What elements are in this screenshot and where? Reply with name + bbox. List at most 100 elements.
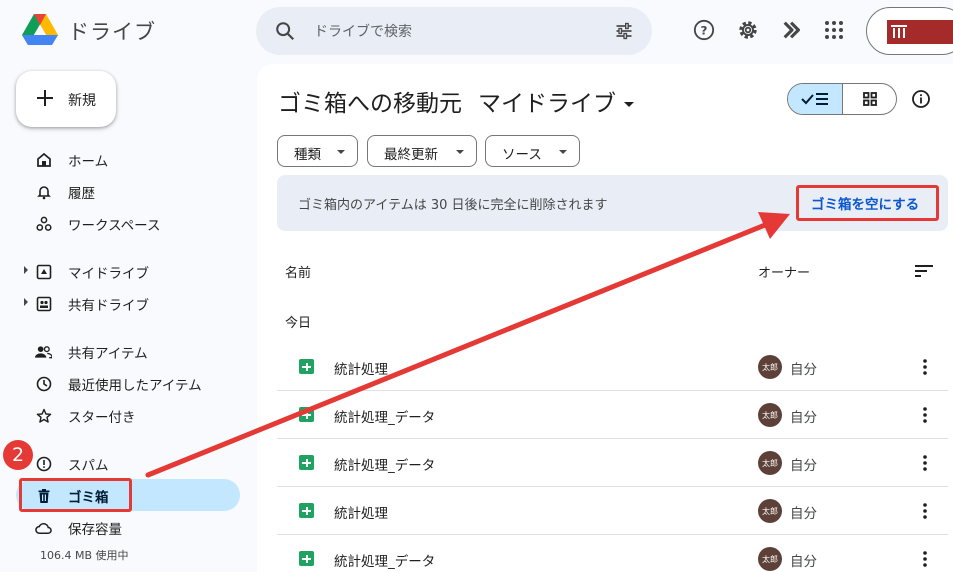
column-header-name[interactable]: 名前 bbox=[285, 262, 311, 281]
more-options-icon[interactable] bbox=[915, 453, 935, 473]
search-bar[interactable]: ドライブで検索 bbox=[256, 7, 652, 55]
search-input[interactable]: ドライブで検索 bbox=[314, 21, 412, 41]
expand-caret-icon[interactable] bbox=[24, 266, 28, 274]
filter-label: ソース bbox=[502, 147, 542, 163]
chevron-down-icon bbox=[337, 150, 345, 154]
search-options-icon[interactable] bbox=[614, 21, 634, 41]
new-button-label: 新規 bbox=[68, 93, 96, 109]
owner-name: 自分 bbox=[790, 458, 817, 474]
google-sheets-icon bbox=[299, 503, 314, 518]
view-toggle bbox=[787, 83, 897, 115]
plus-icon bbox=[37, 90, 53, 106]
location-dropdown[interactable]: マイドライブ bbox=[478, 91, 616, 117]
sidebar-item-label: 履歴 bbox=[68, 186, 95, 202]
app-title[interactable]: ドライブ bbox=[68, 16, 156, 46]
owner-name: 自分 bbox=[790, 410, 817, 426]
clock-icon bbox=[35, 375, 52, 392]
file-row[interactable]: 統計処理_データ 太郎 自分 bbox=[277, 535, 948, 572]
cloud-icon bbox=[35, 519, 52, 536]
sidebar-item-starred[interactable]: スター付き bbox=[16, 399, 240, 431]
google-sheets-icon bbox=[299, 551, 314, 566]
spam-icon bbox=[35, 455, 52, 472]
sidebar-item-label: スパム bbox=[68, 458, 109, 474]
sidebar-item-label: マイドライブ bbox=[68, 266, 149, 282]
list-view-button[interactable] bbox=[788, 84, 843, 114]
top-bar: ドライブ ドライブで検索 ? bbox=[0, 0, 953, 64]
filter-modified[interactable]: 最終更新 bbox=[367, 135, 477, 167]
sidebar-item-spam[interactable]: スパム bbox=[16, 447, 240, 479]
storage-usage-text: 106.4 MB 使用中 bbox=[40, 549, 129, 562]
google-sheets-icon bbox=[299, 359, 314, 374]
file-name: 統計処理_データ bbox=[334, 410, 436, 426]
owner-avatar: 太郎 bbox=[758, 547, 782, 571]
file-row[interactable]: 統計処理_データ 太郎 自分 bbox=[277, 439, 948, 487]
help-icon[interactable]: ? bbox=[691, 17, 717, 43]
new-button[interactable]: 新規 bbox=[16, 71, 116, 127]
file-row[interactable]: 統計処理 太郎 自分 bbox=[277, 487, 948, 535]
filter-label: 最終更新 bbox=[384, 147, 438, 163]
sort-options-icon[interactable] bbox=[914, 263, 934, 279]
sidebar-item-label: 最近使用したアイテム bbox=[68, 378, 202, 394]
owner-avatar: 太郎 bbox=[758, 451, 782, 475]
home-icon bbox=[35, 151, 52, 168]
file-name: 統計処理_データ bbox=[334, 458, 436, 474]
expand-caret-icon[interactable] bbox=[24, 298, 28, 306]
filter-type[interactable]: 種類 bbox=[277, 135, 358, 167]
drive-logo-icon[interactable] bbox=[22, 14, 58, 48]
file-name: 統計処理 bbox=[334, 362, 388, 378]
file-name: 統計処理 bbox=[334, 506, 388, 522]
workspaces-icon bbox=[35, 215, 52, 232]
sidebar-item-label: 保存容量 bbox=[68, 522, 122, 538]
chevron-down-icon bbox=[559, 150, 567, 154]
highlight-box-trash bbox=[19, 478, 132, 512]
filter-source[interactable]: ソース bbox=[485, 135, 580, 167]
sidebar-item-label: 共有ドライブ bbox=[68, 298, 149, 314]
sidebar-item-label: 共有アイテム bbox=[68, 346, 148, 362]
owner-name: 自分 bbox=[790, 506, 817, 522]
check-list-icon bbox=[801, 93, 828, 105]
owner-avatar: 太郎 bbox=[758, 499, 782, 523]
my-drive-icon bbox=[35, 263, 52, 280]
bell-icon bbox=[35, 183, 52, 200]
grid-icon bbox=[863, 92, 877, 106]
google-sheets-icon bbox=[299, 455, 314, 470]
account-switcher[interactable] bbox=[866, 7, 953, 55]
owner-name: 自分 bbox=[790, 554, 817, 570]
star-icon bbox=[35, 407, 52, 424]
more-options-icon[interactable] bbox=[915, 357, 935, 377]
sidebar-item-shared-drives[interactable]: 共有ドライブ bbox=[16, 287, 240, 319]
sidebar-item-workspaces[interactable]: ワークスペース bbox=[16, 207, 240, 239]
more-options-icon[interactable] bbox=[915, 501, 935, 521]
sidebar-item-activity[interactable]: 履歴 bbox=[16, 175, 240, 207]
sidebar-item-storage[interactable]: 保存容量 bbox=[16, 511, 240, 543]
more-options-icon[interactable] bbox=[915, 549, 935, 569]
svg-text:?: ? bbox=[701, 24, 708, 38]
column-header-owner[interactable]: オーナー bbox=[758, 262, 810, 281]
grid-view-button[interactable] bbox=[843, 84, 896, 114]
sidebar-item-shared-with-me[interactable]: 共有アイテム bbox=[16, 335, 240, 367]
apps-grid-icon[interactable] bbox=[821, 17, 847, 43]
organization-logo bbox=[887, 20, 953, 44]
step-number-badge: 2 bbox=[3, 440, 33, 470]
sidebar-item-label: スター付き bbox=[68, 410, 136, 426]
sidebar-item-my-drive[interactable]: マイドライブ bbox=[16, 255, 240, 287]
info-icon[interactable] bbox=[911, 89, 931, 109]
owner-avatar: 太郎 bbox=[758, 403, 782, 427]
page-title: ゴミ箱への移動元 マイドライブ bbox=[278, 84, 634, 118]
search-icon[interactable] bbox=[274, 20, 296, 42]
sidebar-item-recent[interactable]: 最近使用したアイテム bbox=[16, 367, 240, 399]
owner-avatar: 太郎 bbox=[758, 355, 782, 379]
more-options-icon[interactable] bbox=[915, 405, 935, 425]
gemini-icon[interactable] bbox=[779, 17, 805, 43]
people-icon bbox=[35, 343, 52, 360]
section-label-today: 今日 bbox=[285, 316, 312, 331]
sidebar-item-home[interactable]: ホーム bbox=[16, 143, 240, 175]
chevron-down-icon bbox=[456, 150, 464, 154]
chevron-down-icon[interactable] bbox=[624, 102, 634, 107]
owner-name: 自分 bbox=[790, 362, 817, 378]
file-name: 統計処理_データ bbox=[334, 554, 436, 570]
file-row[interactable]: 統計処理 太郎 自分 bbox=[277, 343, 948, 391]
file-row[interactable]: 統計処理_データ 太郎 自分 bbox=[277, 391, 948, 439]
settings-gear-icon[interactable] bbox=[735, 17, 761, 43]
google-sheets-icon bbox=[299, 407, 314, 422]
